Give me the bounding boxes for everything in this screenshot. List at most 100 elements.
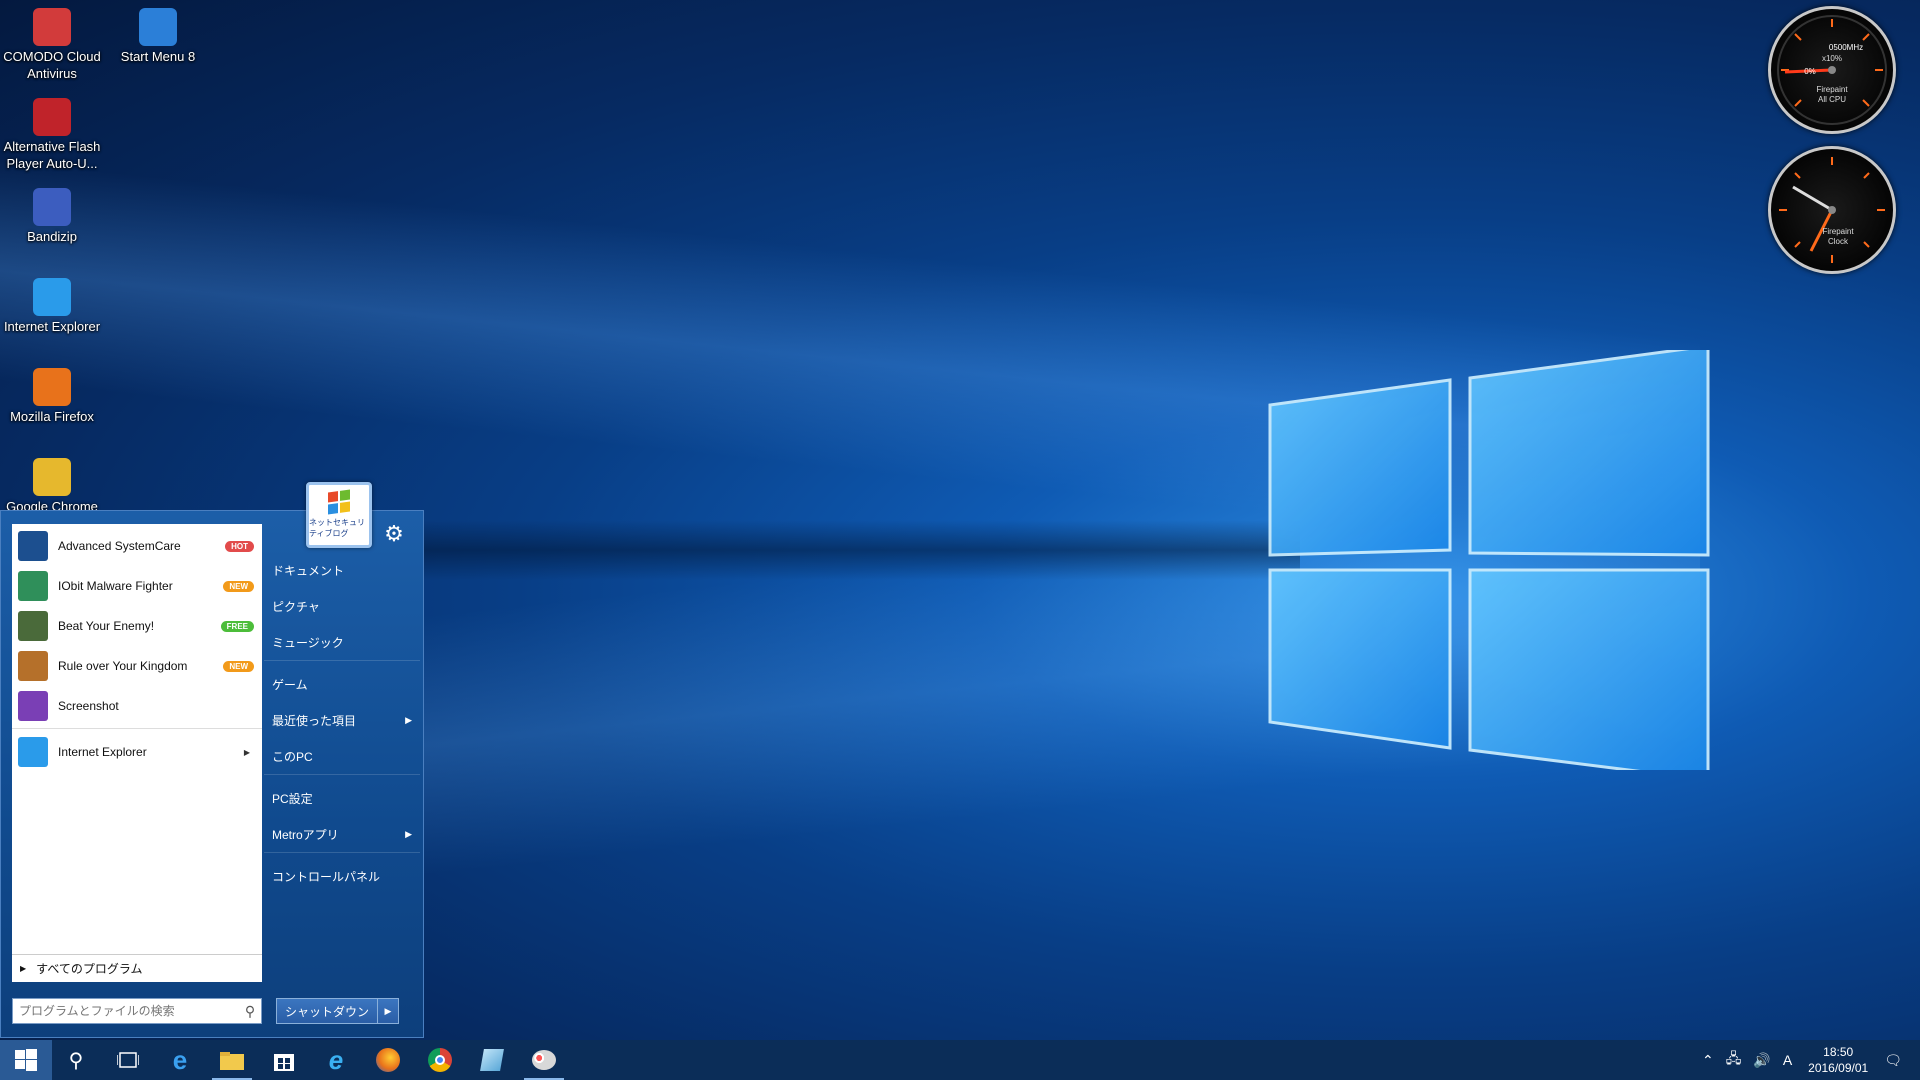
user-picture[interactable]: ネットセキュリティブログ (306, 482, 372, 548)
pinned-program-item[interactable]: Internet Explorer ▶ (12, 732, 262, 772)
pinned-program-label: Rule over Your Kingdom (58, 659, 188, 673)
cpu-meter-gadget[interactable]: 0500MHz x10% 0% Firepaint All CPU (1768, 6, 1896, 134)
taskbar-app[interactable] (466, 1040, 518, 1080)
windows-flag-icon (328, 489, 350, 515)
shutdown-options-chevron-icon[interactable]: ▶ (378, 999, 398, 1023)
program-badge: NEW (223, 580, 254, 592)
rule-over-kingdom-icon (18, 651, 48, 681)
start-menu-link-label: ドキュメント (272, 563, 345, 578)
taskbar-internet-explorer[interactable]: e (310, 1040, 362, 1080)
pinned-program-item[interactable]: Beat Your Enemy! FREE (12, 606, 262, 646)
desktop-icon-label: Mozilla Firefox (10, 409, 94, 424)
clock-time: 18:50 (1823, 1045, 1854, 1059)
search-icon[interactable]: ⚲ (239, 1003, 261, 1020)
taskbar-chrome[interactable] (414, 1040, 466, 1080)
start-menu-link-label: ミュージック (272, 635, 344, 650)
start-menu-link[interactable]: ドキュメント (272, 556, 418, 584)
action-center-icon[interactable]: 🗨 (1884, 1052, 1902, 1069)
desktop-icon-label: Start Menu 8 (120, 49, 196, 64)
pinned-program-item[interactable]: Screenshot (12, 686, 262, 726)
pinned-program-item[interactable]: Advanced SystemCare HOT (12, 526, 262, 566)
pinned-program-label: Beat Your Enemy! (58, 619, 155, 633)
start-menu-link-label: コントロールパネル (272, 869, 381, 884)
taskbar-store[interactable] (258, 1040, 310, 1080)
pinned-program-item[interactable]: Rule over Your Kingdom NEW (12, 646, 262, 686)
start-menu-link[interactable]: Metroアプリ ▶ (272, 820, 418, 848)
submenu-arrow-icon: ▶ (405, 828, 412, 839)
start-menu-link[interactable]: コントロールパネル (272, 862, 418, 890)
task-view-button[interactable] (102, 1040, 154, 1080)
start-menu-link[interactable]: ミュージック (272, 628, 418, 656)
clock-gadget-label: Clock (1827, 237, 1848, 246)
start-menu-link-label: このPC (272, 749, 313, 764)
desktop-icon[interactable]: Mozilla Firefox (0, 366, 104, 425)
bandizip-icon (33, 188, 71, 226)
start-menu-link[interactable]: 最近使った項目 ▶ (272, 706, 418, 734)
program-badge: NEW (223, 660, 254, 672)
start-menu-link[interactable]: PC設定 (272, 784, 418, 812)
desktop-icon[interactable]: Google Chrome (0, 456, 104, 515)
submenu-arrow-icon[interactable]: ▶ (244, 748, 250, 757)
start-menu-link-label: 最近使った項目 (272, 713, 357, 728)
beat-your-enemy-icon (18, 611, 48, 641)
start-menu-link-label: PC設定 (272, 791, 313, 806)
cpu-gadget-brand: Firepaint (1816, 85, 1848, 94)
shutdown-button-group: シャットダウン ▶ (276, 998, 400, 1024)
start-menu-link[interactable]: ピクチャ (272, 592, 418, 620)
ime-indicator[interactable]: A (1783, 1052, 1792, 1068)
gear-icon[interactable]: ⚙ (382, 522, 406, 546)
start-menu-link[interactable]: ゲーム (272, 670, 418, 698)
system-tray: ⌃ 🖧 🔊 A 18:50 2016/09/01 🗨 (1696, 1040, 1920, 1080)
pinned-program-label: Advanced SystemCare (58, 539, 181, 553)
pinned-program-item[interactable]: IObit Malware Fighter NEW (12, 566, 262, 606)
cpu-gadget-percent: 0% (1804, 67, 1816, 76)
cpu-gadget-freq: 0500MHz (1828, 43, 1864, 52)
chrome-icon (33, 458, 71, 496)
internet-explorer-icon: e (328, 1044, 344, 1075)
start-menu-8-icon (139, 8, 177, 46)
chrome-icon (428, 1048, 452, 1072)
start-search-box[interactable]: ⚲ (12, 998, 262, 1024)
taskbar-search-button[interactable]: ⚲ (50, 1040, 102, 1080)
edge-icon: e (172, 1044, 188, 1075)
pinned-program-label: Screenshot (58, 699, 119, 713)
program-badge: HOT (225, 540, 254, 552)
clock-dial-icon (1779, 157, 1885, 263)
pinned-program-label: Internet Explorer (58, 745, 147, 759)
taskbar-edge[interactable]: e (154, 1040, 206, 1080)
desktop-icon[interactable]: Alternative Flash Player Auto-U... (0, 96, 104, 172)
menu-separator (264, 774, 420, 775)
folder-icon (220, 1052, 244, 1070)
start-menu-link-label: ピクチャ (272, 599, 320, 614)
firefox-icon (376, 1048, 400, 1072)
clock-gadget[interactable]: Firepaint Clock (1768, 146, 1896, 274)
taskbar-firefox[interactable] (362, 1040, 414, 1080)
desktop-icon[interactable]: Bandizip (0, 186, 104, 245)
user-picture-caption: ネットセキュリティブログ (309, 518, 365, 538)
pinned-separator (12, 728, 262, 729)
start-menu-link-label: ゲーム (272, 677, 308, 692)
clock-date: 2016/09/01 (1808, 1061, 1869, 1075)
desktop-icon[interactable]: Start Menu 8 (106, 6, 210, 65)
taskbar-paint[interactable] (518, 1040, 570, 1080)
desktop-icon-label: COMODO Cloud Antivirus (3, 49, 101, 81)
desktop-icon[interactable]: Internet Explorer (0, 276, 104, 335)
tray-chevron-up-icon[interactable]: ⌃ (1702, 1052, 1714, 1069)
start-button[interactable] (0, 1040, 52, 1080)
network-icon[interactable]: 🖧 (1726, 1048, 1742, 1072)
submenu-arrow-icon: ▶ (405, 714, 412, 725)
desktop-icon-label: Internet Explorer (3, 319, 101, 334)
program-badge: FREE (220, 620, 254, 632)
volume-icon[interactable]: 🔊 (1753, 1052, 1770, 1069)
all-programs-label: すべてのプログラム (36, 962, 143, 976)
taskbar-clock[interactable]: 18:50 2016/09/01 (1808, 1044, 1868, 1076)
taskbar-file-explorer[interactable] (206, 1040, 258, 1080)
start-search-input[interactable] (13, 1004, 239, 1018)
start-menu-link[interactable]: このPC (272, 742, 418, 770)
shutdown-button[interactable]: シャットダウン (277, 999, 379, 1023)
store-icon (274, 1054, 294, 1071)
desktop-icon[interactable]: COMODO Cloud Antivirus (0, 6, 104, 82)
firefox-icon (33, 368, 71, 406)
task-view-icon (117, 1052, 139, 1068)
all-programs-button[interactable]: ▶ すべてのプログラム (12, 954, 262, 982)
